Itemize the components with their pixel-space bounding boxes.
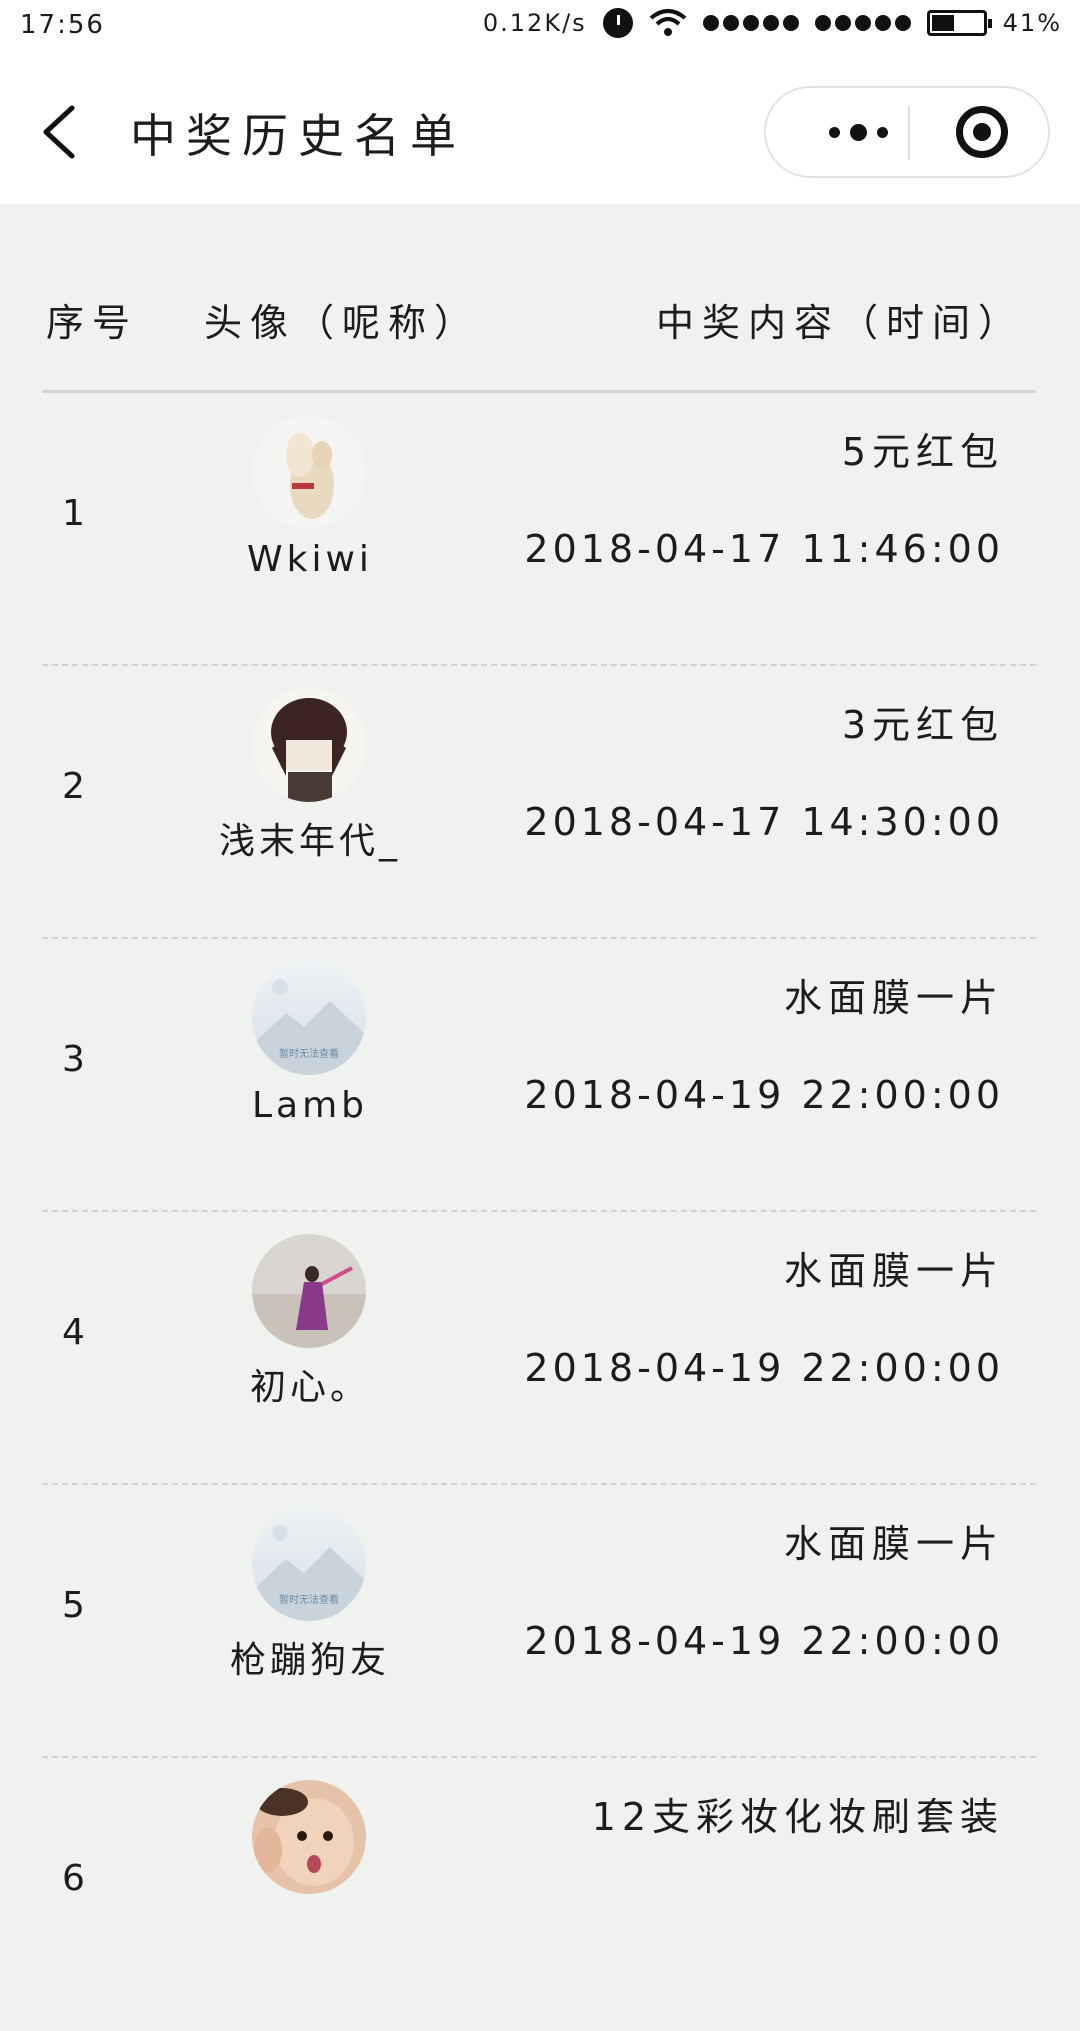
row-seq: 4 [62, 1312, 85, 1353]
table-row: 4 初心。 水面膜一片 2018-04-19 22:00:00 [0, 1212, 1080, 1485]
avatar[interactable] [252, 1780, 366, 1894]
page-title: 中奖历史名单 [130, 109, 466, 163]
wifi-icon [649, 8, 687, 38]
battery-icon [926, 10, 992, 36]
nickname: Wkiwi [247, 539, 373, 580]
mini-program-capsule [764, 86, 1050, 178]
network-speed: 0.12K/s [482, 9, 587, 37]
signal-1-icon [702, 15, 799, 31]
nickname: 浅末年代_ [218, 821, 401, 862]
win-time: 2018-04-19 22:00:00 [524, 1346, 1004, 1390]
row-seq: 1 [62, 493, 85, 534]
more-icon[interactable] [808, 116, 908, 148]
battery-percent: 41% [1002, 9, 1062, 37]
table-row: 1 Wkiwi 5元红包 2018-04-17 11:46:00 [0, 393, 1080, 666]
status-bar: 17:56 0.12K/s 41% [0, 0, 1080, 56]
prize-text: 12支彩妆化妆刷套装 [591, 1795, 1004, 1839]
alarm-icon [602, 8, 633, 38]
back-arrow-icon[interactable] [36, 102, 86, 162]
win-time: 2018-04-17 14:30:00 [524, 800, 1004, 844]
close-miniprogram-icon[interactable] [956, 106, 1008, 158]
prize-text: 3元红包 [841, 703, 1004, 747]
table-row: 3 暂时无法查看 Lamb 水面膜一片 2018-04-19 22:00:00 [0, 939, 1080, 1212]
row-seq: 6 [62, 1858, 85, 1899]
prize-text: 水面膜一片 [783, 1249, 1004, 1293]
prize-text: 水面膜一片 [783, 1522, 1004, 1566]
row-seq: 2 [62, 766, 85, 807]
avatar-placeholder[interactable]: 暂时无法查看 [252, 961, 366, 1075]
row-seq: 3 [62, 1039, 85, 1080]
nickname: 初心。 [249, 1367, 370, 1408]
status-indicators: 0.12K/s 41% [483, 8, 1062, 38]
win-time: 2018-04-19 22:00:00 [524, 1073, 1004, 1117]
capsule-divider [908, 106, 910, 160]
avatar[interactable] [252, 415, 366, 529]
table-row: 5 暂时无法查看 枪蹦狗友 水面膜一片 2018-04-19 22:00:00 [0, 1485, 1080, 1758]
win-time: 2018-04-17 11:46:00 [524, 527, 1004, 571]
header-avatar: 头像（呢称） [204, 301, 481, 345]
placeholder-text: 暂时无法查看 [279, 1595, 339, 1606]
prize-text: 水面膜一片 [783, 976, 1004, 1020]
nickname: 枪蹦狗友 [229, 1640, 390, 1681]
win-time: 2018-04-19 22:00:00 [524, 1619, 1004, 1663]
avatar-placeholder[interactable]: 暂时无法查看 [252, 1507, 366, 1621]
signal-2-icon [814, 15, 911, 31]
prize-text: 5元红包 [841, 430, 1004, 474]
placeholder-text: 暂时无法查看 [279, 1049, 339, 1060]
status-time: 17:56 [20, 10, 105, 40]
table-row: 2 浅末年代_ 3元红包 2018-04-17 14:30:00 [0, 666, 1080, 939]
row-seq: 5 [62, 1585, 85, 1626]
header-seq: 序号 [46, 301, 139, 345]
avatar[interactable] [252, 1234, 366, 1348]
nickname: Lamb [251, 1085, 369, 1126]
avatar[interactable] [252, 688, 366, 802]
nav-bar: 中奖历史名单 [0, 56, 1080, 204]
header-prize: 中奖内容（时间） [655, 301, 1024, 345]
table-row: 6 12支彩妆化妆刷套装 [0, 1758, 1080, 2031]
